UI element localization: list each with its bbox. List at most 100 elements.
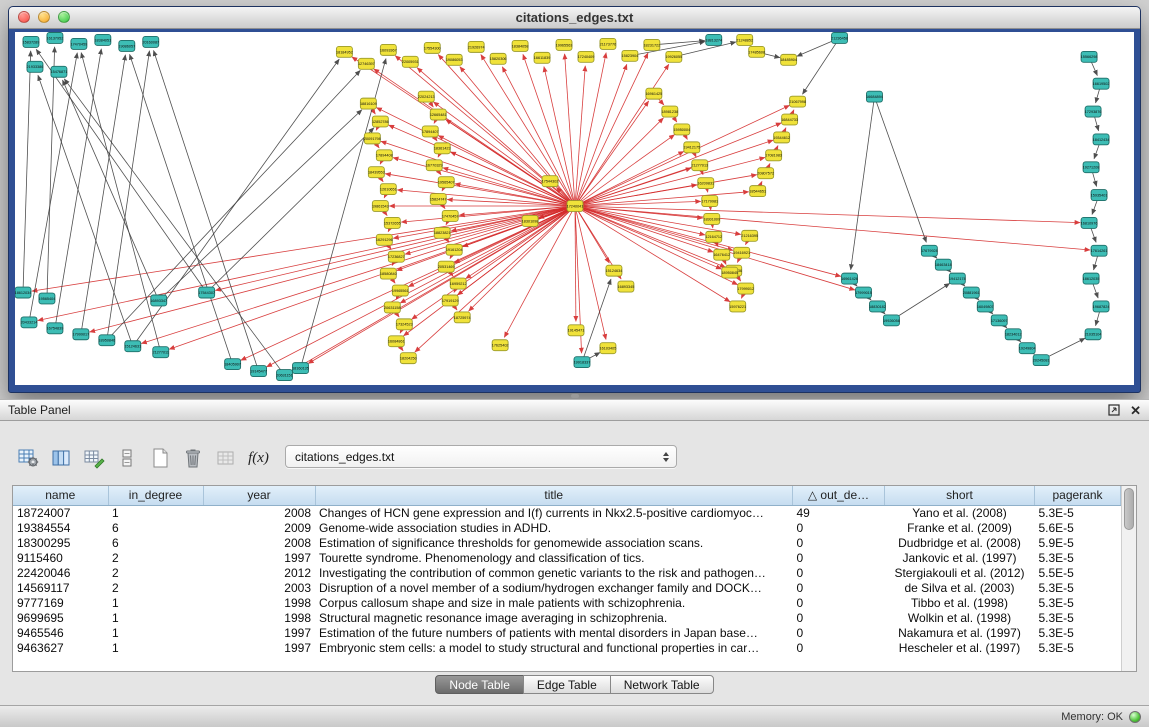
row-height-icon[interactable] bbox=[113, 445, 140, 471]
graph-node[interactable]: 17894407 bbox=[422, 126, 439, 137]
table-row[interactable]: 969969511998Structural magnetic resonanc… bbox=[13, 611, 1121, 626]
column-header-in-degree[interactable]: in_degree bbox=[108, 486, 203, 505]
graph-node[interactable]: 18580840 bbox=[380, 268, 397, 279]
column-header-year[interactable]: year bbox=[203, 486, 315, 505]
graph-node[interactable]: 15935401 bbox=[1091, 190, 1108, 201]
graph-node[interactable]: 16476412 bbox=[713, 249, 730, 260]
graph-node[interactable]: 17236827 bbox=[388, 251, 405, 262]
graph-node[interactable]: 17554300 bbox=[424, 42, 441, 53]
new-table-icon[interactable] bbox=[146, 445, 173, 471]
table-settings-icon[interactable] bbox=[14, 445, 41, 471]
graph-edge[interactable] bbox=[802, 38, 839, 94]
function-builder-icon[interactable]: f(x) bbox=[245, 445, 272, 471]
graph-node[interactable]: 21933386 bbox=[27, 61, 44, 72]
float-panel-icon[interactable] bbox=[1108, 404, 1120, 416]
graph-edge[interactable] bbox=[47, 47, 55, 299]
graph-node[interactable]: 17625402 bbox=[492, 340, 509, 351]
graph-edge[interactable] bbox=[159, 110, 362, 301]
graph-node[interactable]: 18160135 bbox=[292, 363, 309, 374]
tab-edge-table[interactable]: Edge Table bbox=[523, 675, 611, 694]
table-row[interactable]: 977716911998Corpus callosum shape and si… bbox=[13, 596, 1121, 611]
graph-node[interactable]: 18204250 bbox=[400, 353, 417, 364]
table-row[interactable]: 1872400712008Changes of HCN gene express… bbox=[13, 505, 1121, 521]
graph-node[interactable]: 18412434 bbox=[1093, 134, 1110, 145]
graph-node[interactable]: 18823821 bbox=[434, 227, 451, 238]
graph-node[interactable]: 16619502 bbox=[1093, 78, 1110, 89]
graph-edge[interactable] bbox=[575, 66, 585, 206]
graph-node[interactable]: 15824747 bbox=[430, 194, 447, 205]
close-panel-icon[interactable]: ✕ bbox=[1130, 404, 1141, 417]
graph-node[interactable]: 12665481 bbox=[430, 109, 447, 120]
graph-node[interactable]: 16893347 bbox=[150, 295, 167, 306]
graph-node[interactable]: 18725974 bbox=[454, 312, 471, 323]
minimize-window-button[interactable] bbox=[38, 11, 50, 23]
table-row[interactable]: 2242004622012Investigating the contribut… bbox=[13, 566, 1121, 581]
graph-node[interactable]: 18301098 bbox=[522, 215, 539, 226]
graph-node[interactable]: 18813274 bbox=[705, 34, 722, 45]
graph-node[interactable]: 12746397 bbox=[358, 58, 375, 69]
graph-node[interactable]: 12164712 bbox=[705, 231, 722, 242]
graph-node[interactable]: 17470457 bbox=[442, 210, 459, 221]
graph-edge[interactable] bbox=[23, 51, 31, 293]
graph-node[interactable]: 17293876 bbox=[1085, 106, 1102, 117]
graph-edge[interactable] bbox=[575, 206, 1080, 223]
graph-node[interactable]: 17544302 bbox=[542, 176, 559, 187]
graph-node[interactable]: 21277011 bbox=[152, 347, 169, 358]
graph-node[interactable]: 21236458 bbox=[831, 32, 848, 43]
graph-node[interactable]: 16103405 bbox=[600, 343, 617, 354]
graph-node[interactable]: 16961426 bbox=[841, 273, 858, 284]
graph-edge[interactable] bbox=[241, 206, 575, 360]
graph-node[interactable]: 15976221 bbox=[729, 301, 746, 312]
graph-node[interactable]: 18612034 bbox=[15, 287, 31, 298]
graph-node[interactable]: 18184952 bbox=[336, 46, 353, 57]
graph-edge[interactable] bbox=[575, 206, 725, 267]
graph-edge[interactable] bbox=[63, 80, 159, 300]
network-canvas[interactable]: 17240041 18816109 12852786 20091798 1789… bbox=[15, 32, 1134, 385]
graph-edge[interactable] bbox=[55, 49, 101, 329]
graph-edge[interactable] bbox=[575, 135, 675, 206]
column-header-out-de-[interactable]: △ out_de… bbox=[793, 486, 885, 505]
graph-node[interactable]: 22024213 bbox=[418, 91, 435, 102]
graph-edge[interactable] bbox=[376, 108, 575, 206]
graph-node[interactable]: 21216395 bbox=[741, 230, 758, 241]
graph-node[interactable]: 18301009 bbox=[703, 213, 720, 224]
graph-edge[interactable] bbox=[674, 42, 736, 57]
graph-node[interactable]: 17919129 bbox=[442, 295, 459, 306]
graph-edge[interactable] bbox=[90, 206, 575, 332]
graph-node[interactable]: 20807572 bbox=[757, 168, 774, 179]
tab-network-table[interactable]: Network Table bbox=[610, 675, 714, 694]
graph-node[interactable]: 15950004 bbox=[673, 124, 690, 135]
graph-node[interactable]: 17136097 bbox=[991, 315, 1008, 326]
graph-edge[interactable] bbox=[575, 151, 684, 206]
graph-node[interactable]: 20160087 bbox=[142, 36, 159, 47]
table-row[interactable]: 946362711997Embryonic stem cells: a mode… bbox=[13, 641, 1121, 656]
graph-edge[interactable] bbox=[851, 97, 875, 270]
pane-splitter-handle[interactable] bbox=[571, 394, 579, 398]
graph-node[interactable]: 17179981 bbox=[701, 196, 718, 207]
graph-node[interactable]: 17470459 bbox=[70, 38, 87, 49]
column-header-title[interactable]: title bbox=[315, 486, 793, 505]
tab-node-table[interactable]: Node Table bbox=[435, 675, 524, 694]
table-row[interactable]: 946554611997Estimation of the future num… bbox=[13, 626, 1121, 641]
graph-node[interactable]: 20631151 bbox=[276, 370, 293, 381]
graph-node[interactable]: 18816109 bbox=[360, 98, 377, 109]
graph-edge[interactable] bbox=[481, 55, 575, 206]
graph-edge[interactable] bbox=[575, 201, 701, 206]
graph-node[interactable]: 19161204 bbox=[446, 244, 463, 255]
graph-edge[interactable] bbox=[457, 206, 575, 295]
graph-edge[interactable] bbox=[575, 206, 705, 235]
edit-table-icon[interactable] bbox=[80, 445, 107, 471]
table-row[interactable]: 1830029562008Estimation of significance … bbox=[13, 536, 1121, 551]
table-row[interactable]: 911546021997Tourette syndrome. Phenomeno… bbox=[13, 551, 1121, 566]
graph-node[interactable]: 20631158 bbox=[384, 302, 401, 313]
graph-node[interactable]: 19926058 bbox=[883, 315, 900, 326]
graph-node[interactable]: 21173776 bbox=[600, 38, 617, 49]
graph-node[interactable]: 16959212 bbox=[450, 278, 467, 289]
graph-node[interactable]: 16770329 bbox=[426, 160, 443, 171]
graph-node[interactable]: 18950845 bbox=[721, 267, 738, 278]
graph-edge[interactable] bbox=[575, 206, 721, 269]
delete-table-icon[interactable] bbox=[179, 445, 206, 471]
graph-node[interactable]: 18405907 bbox=[224, 359, 241, 370]
graph-node[interactable]: 20531469 bbox=[438, 261, 455, 272]
graph-node[interactable]: 19965563 bbox=[556, 39, 573, 50]
